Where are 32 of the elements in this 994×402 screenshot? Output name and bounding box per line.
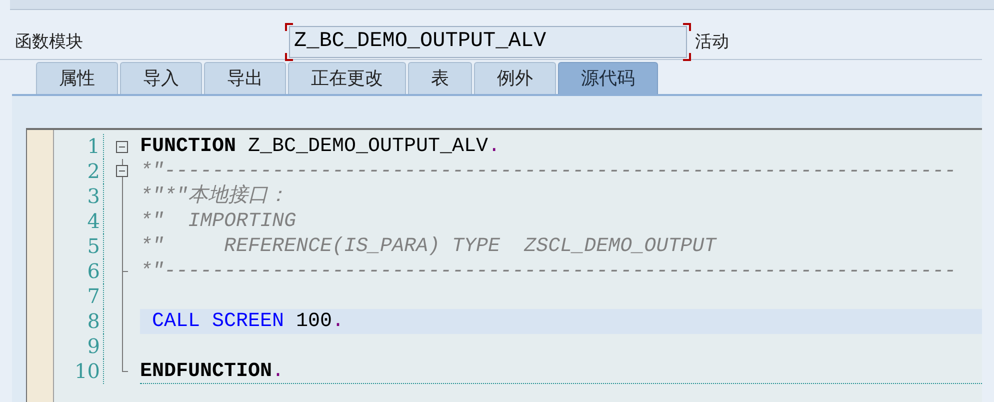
line-number: 4	[54, 209, 104, 234]
line-number: 2	[54, 159, 104, 184]
code-line: *" REFERENCE(IS_PARA) TYPE ZSCL_DEMO_OUTPUT	[140, 234, 718, 259]
tab[interactable]: 例外	[474, 62, 556, 94]
field-label: 函数模块	[15, 30, 84, 53]
line-number: 3	[54, 184, 104, 209]
collapse-icon[interactable]	[116, 165, 128, 177]
status-text: 活动	[695, 30, 729, 53]
code-line: *"------------------------------------------------------------------	[140, 259, 958, 284]
fold-end-tick	[122, 371, 128, 372]
line-number: 10	[54, 359, 104, 384]
line-number: 5	[54, 234, 104, 259]
fold-end-tick	[122, 271, 128, 272]
code-line: FUNCTION Z_BC_DEMO_OUTPUT_ALV.	[140, 134, 502, 159]
tab[interactable]: 属性	[36, 62, 118, 94]
line-number: 8	[54, 309, 104, 334]
tab[interactable]: 正在更改	[288, 62, 406, 94]
code-line: *" IMPORTING	[140, 209, 298, 234]
line-number: 1	[54, 134, 104, 159]
line-number: 6	[54, 259, 104, 284]
code-line: *"*"本地接口：	[140, 184, 290, 209]
code-line: *"------------------------------------------------------------------	[140, 159, 958, 184]
line-number: 9	[54, 334, 104, 359]
tab[interactable]: 导出	[204, 62, 286, 94]
tab[interactable]: 表	[408, 62, 472, 94]
tab[interactable]: 导入	[120, 62, 202, 94]
tab[interactable]: 源代码	[558, 62, 658, 94]
code-line: ENDFUNCTION.	[140, 359, 982, 384]
function-module-field[interactable]: Z_BC_DEMO_OUTPUT_ALV	[289, 26, 687, 58]
collapse-icon[interactable]	[116, 140, 128, 152]
code-editor[interactable]	[26, 128, 982, 402]
line-number: 7	[54, 284, 104, 309]
